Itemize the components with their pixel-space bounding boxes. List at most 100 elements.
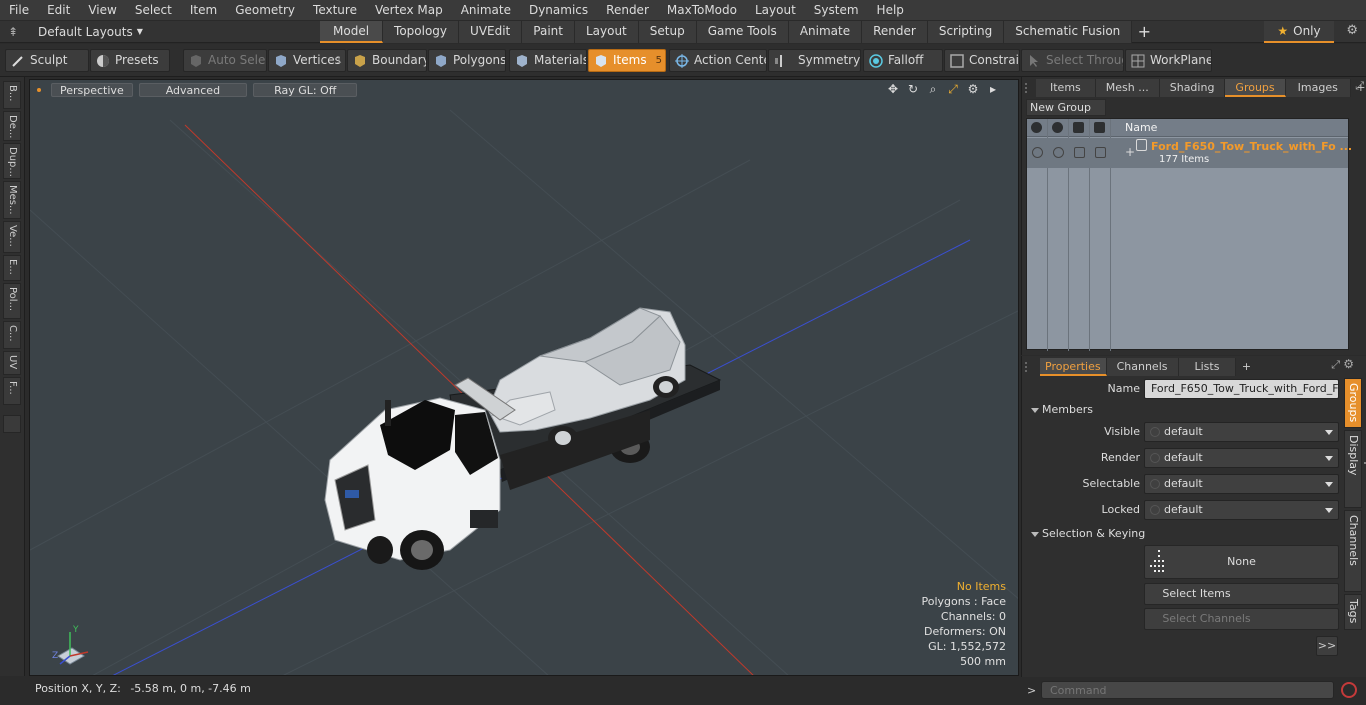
groups-scrollbar[interactable] [1351,118,1361,350]
sculpt-button[interactable]: Sculpt [5,49,89,72]
3d-viewport[interactable]: Y Z Perspective Advanced Ray GL: Off ✥ ↻… [29,79,1019,676]
select-channels-button[interactable]: Select Channels [1144,608,1339,630]
menu-view[interactable]: View [79,0,125,21]
tab-lists[interactable]: Lists [1178,358,1237,376]
name-field[interactable]: Ford_F650_Tow_Truck_with_Ford_Fo [1144,379,1339,399]
only-toggle[interactable]: ★ Only [1264,21,1334,43]
viewport-settings-icon[interactable]: ⚙ [966,82,980,96]
keying-none-button[interactable]: None [1144,545,1339,579]
locked-dropdown[interactable]: default [1144,500,1339,520]
expand-panel-icon[interactable]: ⤢ [1355,79,1364,93]
viewport-scene[interactable]: Y Z [30,80,1019,676]
selection-keying-section[interactable]: Selection & Keying [1028,525,1338,543]
panel-grip-icon[interactable] [1025,360,1033,374]
left-tab-polygon[interactable]: Pol... [3,283,21,319]
tab-images[interactable]: Images [1285,79,1351,97]
side-tab-tags[interactable]: Tags [1344,594,1362,630]
tab-render[interactable]: Render [862,20,928,43]
tow-truck-model[interactable] [324,307,722,570]
record-icon[interactable] [1341,682,1357,698]
left-tab-uv[interactable]: UV [3,351,21,375]
presets-button[interactable]: Presets [90,49,170,72]
left-tab-extra[interactable] [3,415,21,433]
selectable-dropdown[interactable]: default [1144,474,1339,494]
left-tab-curve[interactable]: C... [3,321,21,349]
side-tab-group-display[interactable]: Group Display [1344,430,1366,508]
action-center-button[interactable]: Action Center [669,49,767,72]
expand-group-icon[interactable]: + [1125,145,1135,159]
add-tab-icon[interactable]: + [1132,21,1156,43]
members-section[interactable]: Members [1028,401,1338,419]
left-tab-basic[interactable]: B... [3,81,21,109]
render-toggle[interactable] [1053,147,1064,158]
tab-setup[interactable]: Setup [638,20,697,43]
add-tab-icon[interactable]: + [1236,358,1256,376]
move-view-icon[interactable]: ✥ [886,82,900,96]
shading-mode-selector[interactable]: Advanced [138,83,248,97]
viewport-options-dot[interactable] [37,88,41,92]
falloff-button[interactable]: Falloff [863,49,943,72]
menu-file[interactable]: File [0,0,38,21]
zoom-view-icon[interactable]: ⌕ [926,82,940,96]
tab-mesh[interactable]: Mesh ... [1095,79,1160,97]
left-tab-mesh-edit[interactable]: Mes... [3,181,21,219]
tab-channels[interactable]: Channels [1106,358,1179,376]
menu-help[interactable]: Help [868,0,913,21]
menu-texture[interactable]: Texture [304,0,366,21]
polygons-button[interactable]: Polygons [428,49,506,72]
select-through-button[interactable]: Select Through [1021,49,1124,72]
layout-selector[interactable]: ⇞ Default Layouts ▼ [0,21,320,43]
tab-game-tools[interactable]: Game Tools [696,20,789,43]
lock-toggle[interactable] [1095,147,1106,158]
tab-animate[interactable]: Animate [788,20,863,43]
visible-dropdown[interactable]: default [1144,422,1339,442]
boundary-button[interactable]: Boundary [347,49,427,72]
side-tab-groups[interactable]: Groups [1344,378,1362,428]
tab-model[interactable]: Model [320,20,384,43]
constraints-button[interactable]: Constrai... [944,49,1020,72]
menu-system[interactable]: System [805,0,868,21]
auto-select-button[interactable]: Auto Select [183,49,267,72]
menu-layout[interactable]: Layout [746,0,805,21]
tab-layout[interactable]: Layout [574,20,639,43]
visibility-toggle[interactable] [1032,147,1043,158]
side-tab-user-channels[interactable]: User Channels [1344,510,1366,592]
menu-maxtomodo[interactable]: MaxToModo [658,0,746,21]
group-row[interactable]: + Ford_F650_Tow_Truck_with_Fo ... 177 It… [1027,138,1352,168]
selectable-toggle[interactable] [1074,147,1085,158]
menu-item[interactable]: Item [181,0,226,21]
menu-vertex-map[interactable]: Vertex Map [366,0,452,21]
left-tab-duplicate[interactable]: Dup... [3,143,21,179]
view-mode-selector[interactable]: Perspective [51,83,133,97]
expand-panel-icon[interactable]: ⤢ [1331,358,1340,372]
menu-animate[interactable]: Animate [452,0,520,21]
select-items-button[interactable]: Select Items [1144,583,1339,605]
new-group-button[interactable]: New Group [1026,99,1106,116]
symmetry-button[interactable]: Symmetry [768,49,861,72]
tab-schematic-fusion[interactable]: Schematic Fusion [1004,20,1133,43]
tab-shading[interactable]: Shading [1159,79,1226,97]
tab-properties[interactable]: Properties [1040,358,1107,376]
maximize-view-icon[interactable]: ⤢ [946,82,960,96]
tab-paint[interactable]: Paint [522,20,575,43]
command-input[interactable] [1041,681,1334,699]
items-button[interactable]: Items 5 [588,49,666,72]
tab-topology[interactable]: Topology [383,20,460,43]
panel-grip-icon[interactable] [1025,81,1033,95]
left-tab-deform[interactable]: De... [3,111,21,141]
menu-select[interactable]: Select [126,0,181,21]
gear-icon[interactable]: ⚙ [1346,23,1358,38]
materials-button[interactable]: Materials [509,49,587,72]
menu-edit[interactable]: Edit [38,0,79,21]
tab-scripting[interactable]: Scripting [927,20,1005,43]
play-arrow-icon[interactable]: ▸ [986,82,1000,96]
menu-dynamics[interactable]: Dynamics [520,0,597,21]
workplane-button[interactable]: WorkPlane [1125,49,1212,72]
tab-items[interactable]: Items [1036,79,1096,97]
left-tab-edge[interactable]: E... [3,255,21,281]
vertices-button[interactable]: Vertices 1 [268,49,346,72]
menu-geometry[interactable]: Geometry [226,0,304,21]
rotate-view-icon[interactable]: ↻ [906,82,920,96]
render-dropdown[interactable]: default [1144,448,1339,468]
tab-uvedit[interactable]: UVEdit [459,20,523,43]
